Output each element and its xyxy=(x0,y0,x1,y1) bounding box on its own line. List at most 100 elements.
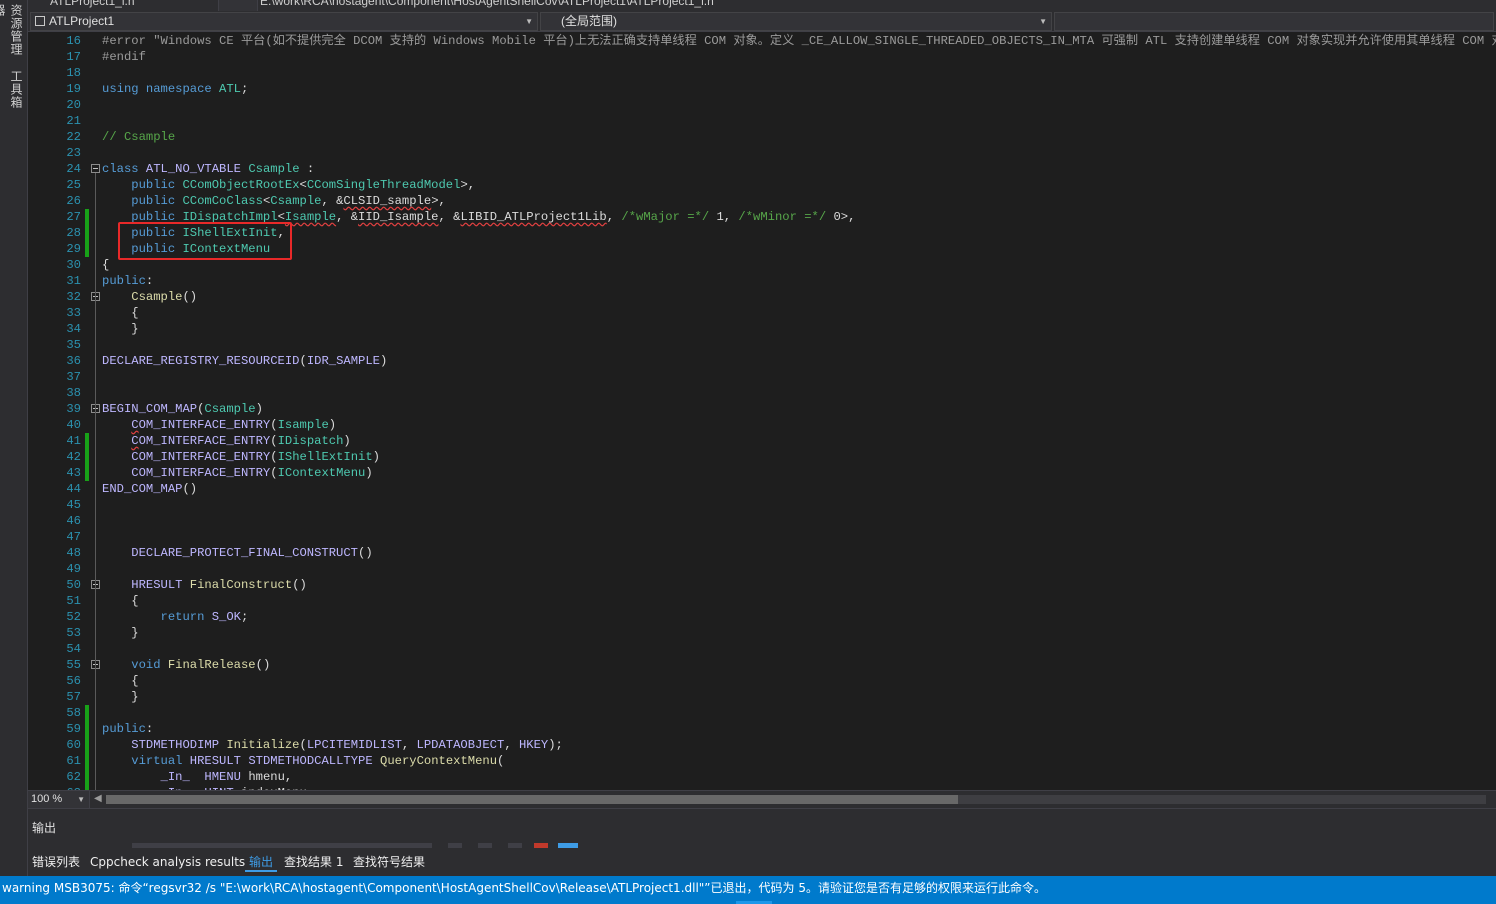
horizontal-scroll-thumb[interactable] xyxy=(106,795,958,804)
solution-explorer-tab[interactable]: 资源管理器 xyxy=(0,4,25,64)
code-line[interactable]: 56 { xyxy=(28,673,1496,689)
code-line[interactable]: 51 { xyxy=(28,593,1496,609)
code-text: public CComCoClass<Csample, &CLSID_sampl… xyxy=(131,194,446,208)
code-line[interactable]: 24 class ATL_NO_VTABLE Csample : xyxy=(28,161,1496,177)
change-marker xyxy=(85,209,89,225)
code-line[interactable]: 17 #endif xyxy=(28,49,1496,65)
code-line[interactable]: 60 STDMETHODIMP Initialize(LPCITEMIDLIST… xyxy=(28,737,1496,753)
chevron-down-icon: ▼ xyxy=(1039,17,1047,26)
code-line[interactable]: 57 } xyxy=(28,689,1496,705)
code-line[interactable]: 23 xyxy=(28,145,1496,161)
line-number: 17 xyxy=(66,50,81,64)
code-text: COM_INTERFACE_ENTRY(IDispatch) xyxy=(131,434,351,448)
code-text: public IContextMenu xyxy=(131,242,271,256)
code-text: } xyxy=(102,322,139,336)
line-number: 59 xyxy=(66,722,81,736)
code-line[interactable]: 19 using namespace ATL; xyxy=(28,81,1496,97)
collapse-icon[interactable] xyxy=(91,164,100,173)
code-line[interactable]: 39 BEGIN_COM_MAP(Csample) xyxy=(28,401,1496,417)
project-combo[interactable]: ATLProject1 ▼ xyxy=(30,12,538,31)
chevron-down-icon: ▼ xyxy=(77,795,85,804)
code-line[interactable]: 43 COM_INTERFACE_ENTRY(IContextMenu) xyxy=(28,465,1496,481)
code-text: using namespace ATL; xyxy=(102,82,249,96)
code-editor[interactable]: 16 #error "Windows CE 平台(如不提供完全 DCOM 支持的 … xyxy=(28,32,1496,790)
line-number: 25 xyxy=(66,178,81,192)
scope-combo[interactable]: (全局范围) ▼ xyxy=(540,12,1052,31)
member-combo[interactable] xyxy=(1054,12,1494,31)
code-line[interactable]: 52 return S_OK; xyxy=(28,609,1496,625)
code-line[interactable]: 50 HRESULT FinalConstruct() xyxy=(28,577,1496,593)
code-line[interactable]: 42 COM_INTERFACE_ENTRY(IShellExtInit) xyxy=(28,449,1496,465)
document-tab[interactable]: ATLProject1_i.h xyxy=(50,0,135,8)
code-text: END_COM_MAP() xyxy=(102,482,198,496)
code-text: DECLARE_REGISTRY_RESOURCEID(IDR_SAMPLE) xyxy=(102,354,388,368)
line-number: 54 xyxy=(66,642,81,656)
code-text: public: xyxy=(102,274,154,288)
zoom-combo[interactable]: 100 % ▼ xyxy=(28,791,90,808)
line-number: 29 xyxy=(66,242,81,256)
line-number: 33 xyxy=(66,306,81,320)
line-number: 28 xyxy=(66,226,81,240)
code-line[interactable]: 34 } xyxy=(28,321,1496,337)
tab-output[interactable]: 输出 xyxy=(245,852,278,872)
code-line[interactable]: 16 #error "Windows CE 平台(如不提供完全 DCOM 支持的 … xyxy=(28,33,1496,49)
code-line[interactable]: 47 xyxy=(28,529,1496,545)
tab-find-results[interactable]: 查找结果 1 xyxy=(280,852,347,872)
code-line[interactable]: 27 public IDispatchImpl<Isample, &IID_Is… xyxy=(28,209,1496,225)
code-line[interactable]: 55 void FinalRelease() xyxy=(28,657,1496,673)
tab-dropdown[interactable] xyxy=(218,0,258,11)
tab-cppcheck[interactable]: Cppcheck analysis results xyxy=(86,852,249,872)
code-line[interactable]: 53 } xyxy=(28,625,1496,641)
toolbox-tab[interactable]: 工具箱 xyxy=(3,70,25,110)
code-line[interactable]: 61 virtual HRESULT STDMETHODCALLTYPE Que… xyxy=(28,753,1496,769)
code-line[interactable]: 59 public: xyxy=(28,721,1496,737)
status-message: warning MSB3075: 命令“regsvr32 /s "E:\work… xyxy=(2,881,1046,895)
code-line[interactable]: 31 public: xyxy=(28,273,1496,289)
line-number: 55 xyxy=(66,658,81,672)
line-number: 21 xyxy=(66,114,81,128)
code-line[interactable]: 45 xyxy=(28,497,1496,513)
code-text: // Csample xyxy=(102,130,176,144)
code-text: } xyxy=(102,626,139,640)
code-line[interactable]: 44 END_COM_MAP() xyxy=(28,481,1496,497)
line-number: 60 xyxy=(66,738,81,752)
outline-guide xyxy=(95,173,96,790)
code-line[interactable]: 20 xyxy=(28,97,1496,113)
code-line[interactable]: 28 public IShellExtInit, xyxy=(28,225,1496,241)
code-line[interactable]: 21 xyxy=(28,113,1496,129)
code-line[interactable]: 35 xyxy=(28,337,1496,353)
code-line[interactable]: 54 xyxy=(28,641,1496,657)
code-line[interactable]: 41 COM_INTERFACE_ENTRY(IDispatch) xyxy=(28,433,1496,449)
line-number: 40 xyxy=(66,418,81,432)
code-line[interactable]: 37 xyxy=(28,369,1496,385)
code-text: public CComObjectRootEx<CComSingleThread… xyxy=(131,178,476,192)
code-line[interactable]: 58 xyxy=(28,705,1496,721)
code-line[interactable]: 22 // Csample xyxy=(28,129,1496,145)
code-line[interactable]: 18 xyxy=(28,65,1496,81)
code-line[interactable]: 48 DECLARE_PROTECT_FINAL_CONSTRUCT() xyxy=(28,545,1496,561)
tab-error-list[interactable]: 错误列表 xyxy=(28,852,84,872)
code-line[interactable]: 29 public IContextMenu xyxy=(28,241,1496,257)
code-text: Csample() xyxy=(131,290,198,304)
tab-find-symbol-results[interactable]: 查找符号结果 xyxy=(349,852,429,872)
line-number: 34 xyxy=(66,322,81,336)
code-line[interactable]: 62 _In_ HMENU hmenu, xyxy=(28,769,1496,785)
code-line[interactable]: 40 COM_INTERFACE_ENTRY(Isample) xyxy=(28,417,1496,433)
code-line[interactable]: 38 xyxy=(28,385,1496,401)
code-line[interactable]: 32 Csample() xyxy=(28,289,1496,305)
code-line[interactable]: 46 xyxy=(28,513,1496,529)
document-tab-row: ATLProject1_i.h E:\work\RCA\hostagent\Co… xyxy=(28,0,1496,11)
scroll-left-icon[interactable]: ◀ xyxy=(94,793,102,804)
editor-bottom-bar: 100 % ▼ ◀ xyxy=(28,790,1496,808)
line-number: 18 xyxy=(66,66,81,80)
chevron-down-icon: ▼ xyxy=(525,17,533,26)
horizontal-scrollbar[interactable] xyxy=(106,795,1486,804)
code-text: { xyxy=(102,306,139,320)
code-line[interactable]: 25 public CComObjectRootEx<CComSingleThr… xyxy=(28,177,1496,193)
line-number: 38 xyxy=(66,386,81,400)
code-line[interactable]: 26 public CComCoClass<Csample, &CLSID_sa… xyxy=(28,193,1496,209)
code-line[interactable]: 33 { xyxy=(28,305,1496,321)
code-line[interactable]: 30 { xyxy=(28,257,1496,273)
code-line[interactable]: 36 DECLARE_REGISTRY_RESOURCEID(IDR_SAMPLE… xyxy=(28,353,1496,369)
code-line[interactable]: 49 xyxy=(28,561,1496,577)
